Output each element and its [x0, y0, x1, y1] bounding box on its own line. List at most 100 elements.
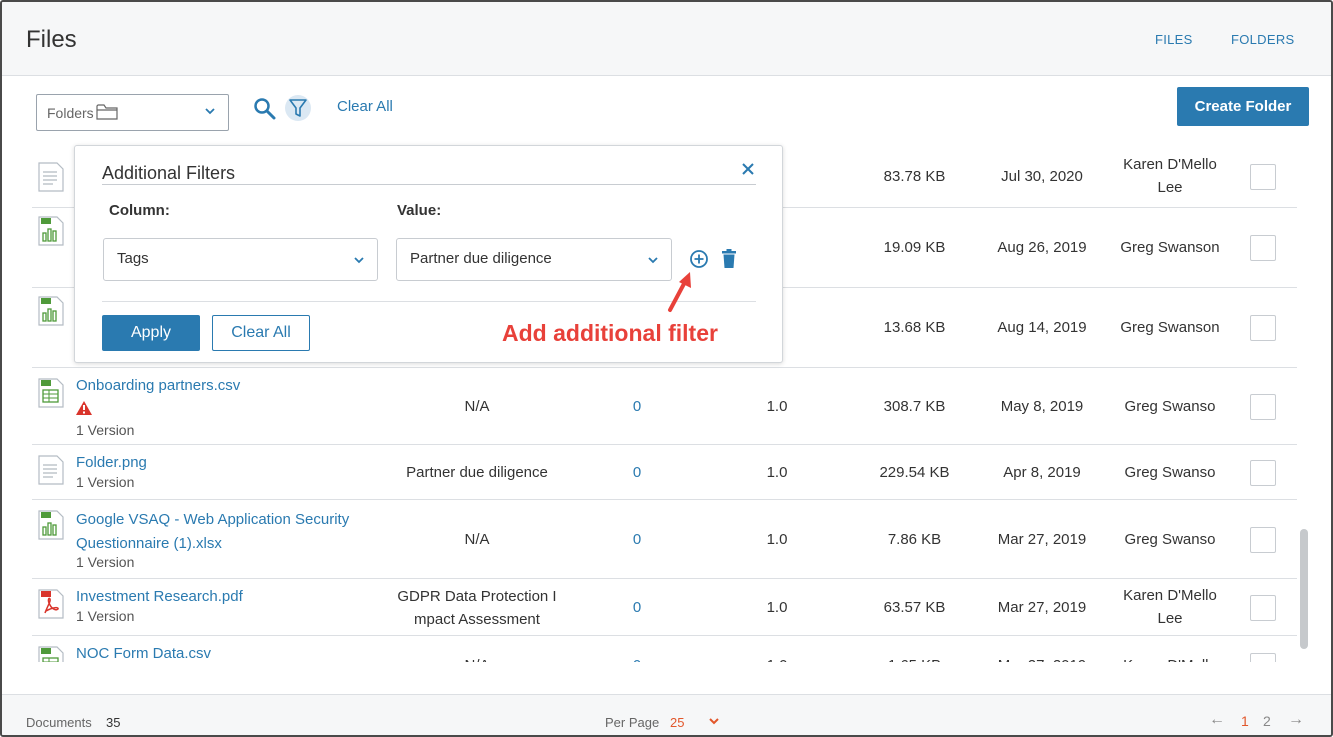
comments-count-link[interactable]: 0: [622, 461, 652, 484]
apply-button[interactable]: Apply: [102, 315, 200, 351]
size-cell: 1.65 KB: [862, 654, 967, 662]
version-cell: 1.0: [766, 397, 788, 415]
column-select[interactable]: Tags: [103, 238, 378, 281]
clear-all-button[interactable]: Clear All: [212, 315, 310, 351]
popover-divider: [102, 184, 756, 185]
nav-files-link[interactable]: FILES: [1155, 32, 1193, 47]
column-select-value: Tags: [117, 250, 149, 267]
chevron-down-icon: [205, 108, 215, 115]
popover-divider: [102, 301, 756, 302]
row-checkbox[interactable]: [1250, 315, 1276, 341]
column-label: Column:: [109, 202, 170, 219]
table-row: Onboarding partners.csv 1 Version N/A 0 1.0 3…: [32, 368, 1297, 445]
table-scrollbar[interactable]: [1298, 146, 1310, 662]
file-name-link[interactable]: NOC Form Data.csv: [76, 642, 211, 662]
file-version: 1 Version: [76, 554, 135, 570]
owner-cell: Karen D'Mello Lee: [1123, 156, 1217, 196]
date-cell: Mar 27, 2019: [997, 598, 1087, 616]
file-csv-icon: [38, 646, 64, 662]
file-name-link[interactable]: Google VSAQ - Web Application Security: [76, 508, 349, 532]
page-2-button[interactable]: 2: [1263, 713, 1271, 729]
value-label: Value:: [397, 202, 442, 219]
version-cell: 1.0: [747, 654, 807, 662]
close-icon[interactable]: [739, 160, 757, 178]
size-cell: 7.86 KB: [887, 530, 942, 548]
file-xls-icon: [38, 510, 64, 545]
toolbar: Folders Clear All Create Folder: [2, 76, 1331, 146]
row-checkbox[interactable]: [1250, 235, 1276, 261]
file-version: 1 Version: [76, 608, 135, 624]
row-checkbox[interactable]: [1250, 594, 1276, 621]
prev-page-button[interactable]: ←: [1209, 711, 1225, 729]
tags-cell: N/A: [464, 530, 490, 548]
comments-count-link[interactable]: 0: [622, 395, 652, 418]
file-version: 1 Version: [76, 422, 135, 438]
version-cell: 1.0: [766, 463, 788, 481]
add-filter-icon[interactable]: [689, 249, 709, 269]
page-1-button[interactable]: 1: [1241, 713, 1249, 729]
file-xls-icon: [38, 296, 64, 331]
file-doc-icon: [38, 455, 64, 490]
comments-count-link[interactable]: 0: [622, 654, 652, 662]
create-folder-button[interactable]: Create Folder: [1177, 87, 1309, 126]
owner-cell: Greg Swanson: [1120, 319, 1220, 336]
file-version: 1 Version: [76, 474, 135, 490]
row-checkbox[interactable]: [1250, 393, 1276, 420]
file-csv-icon: [38, 378, 64, 413]
next-page-button[interactable]: →: [1288, 711, 1304, 729]
table-row: Folder.png 1 Version Partner due diligence…: [32, 445, 1297, 500]
date-cell: May 8, 2019: [1000, 397, 1084, 415]
filter-toggle-button[interactable]: [285, 95, 311, 121]
comments-count-link[interactable]: 0: [622, 528, 652, 551]
row-checkbox[interactable]: [1250, 459, 1276, 486]
filter-icon: [289, 99, 307, 117]
size-cell: 13.68 KB: [883, 319, 946, 336]
annotation-arrow-icon: [668, 272, 691, 312]
file-name-link[interactable]: Investment Research.pdf: [76, 585, 243, 609]
app-window: Files FILES FOLDERS Folders Clear All Cr…: [0, 0, 1333, 737]
size-cell: 63.57 KB: [883, 598, 946, 616]
annotation-text: Add additional filter: [502, 320, 718, 346]
documents-label: Documents: [26, 715, 92, 730]
scrollbar-thumb[interactable]: [1300, 529, 1308, 649]
popover-title: Additional Filters: [102, 163, 236, 183]
clear-all-link[interactable]: Clear All: [337, 98, 393, 115]
version-cell: 1.0: [766, 598, 788, 616]
warning-icon: [76, 401, 92, 420]
nav-folders-link[interactable]: FOLDERS: [1231, 32, 1295, 47]
date-cell: Apr 8, 2019: [1003, 463, 1081, 481]
per-page-label: Per Page: [605, 715, 660, 730]
owner-cell: Greg Swanso: [1124, 463, 1216, 481]
row-checkbox[interactable]: [1250, 526, 1276, 553]
date-cell: Mar 27, 2019: [987, 654, 1097, 662]
folder-select-label: Folders: [47, 105, 94, 121]
per-page-value[interactable]: 25: [670, 715, 684, 730]
row-checkbox[interactable]: [1250, 653, 1276, 662]
tags-cell: mpact Assessment: [414, 611, 540, 628]
date-cell: Mar 27, 2019: [997, 530, 1087, 548]
date-cell: Aug 14, 2019: [997, 319, 1087, 336]
folder-select[interactable]: Folders: [36, 94, 229, 131]
file-name-link[interactable]: Questionnaire (1).xlsx: [76, 532, 222, 556]
file-xls-icon: [38, 216, 64, 251]
page-title: Files: [26, 26, 77, 53]
size-cell: 229.54 KB: [879, 463, 950, 481]
tags-cell: Partner due diligence: [406, 463, 548, 481]
footer: Documents 35 Per Page 25 ← 1 2 →: [2, 694, 1331, 735]
per-page-chevron-icon[interactable]: [708, 715, 720, 727]
value-select-value: Partner due diligence: [410, 250, 552, 267]
version-cell: 1.0: [766, 530, 788, 548]
row-checkbox[interactable]: [1250, 164, 1276, 190]
file-name-link[interactable]: Onboarding partners.csv: [76, 374, 240, 398]
tags-cell: N/A: [464, 397, 490, 415]
owner-cell: Greg Swanso: [1124, 530, 1216, 548]
trash-icon[interactable]: [721, 249, 737, 269]
size-cell: 308.7 KB: [883, 397, 946, 415]
value-select[interactable]: Partner due diligence: [396, 238, 672, 281]
owner-cell: Greg Swanso: [1124, 397, 1216, 415]
owner-cell: Karen D'Mello: [1110, 654, 1230, 662]
comments-count-link[interactable]: 0: [622, 596, 652, 619]
file-name-link[interactable]: Folder.png: [76, 451, 147, 475]
search-icon[interactable]: [253, 97, 277, 121]
owner-cell: Greg Swanson: [1120, 239, 1220, 256]
